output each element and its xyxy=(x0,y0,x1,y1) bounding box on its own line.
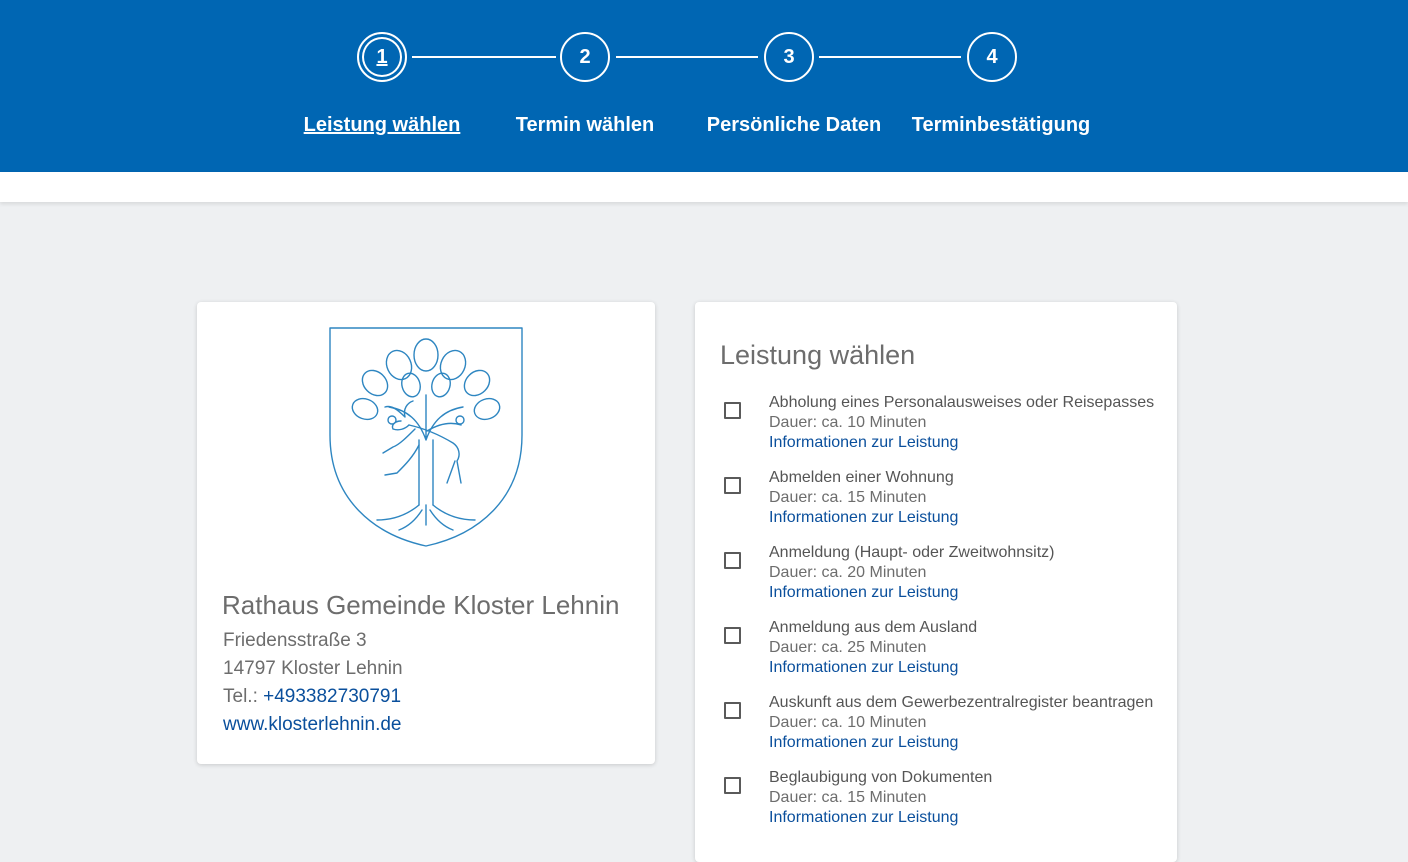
coat-of-arms-icon xyxy=(329,327,523,547)
service-duration: Dauer: ca. 20 Minuten xyxy=(769,564,927,581)
step-4-label[interactable]: Terminbestätigung xyxy=(912,114,1091,137)
service-duration: Dauer: ca. 10 Minuten xyxy=(769,414,927,431)
service-item: Beglaubigung von Dokumenten Dauer: ca. 1… xyxy=(720,769,1170,831)
service-item: Auskunft aus dem Gewerbezentralregister … xyxy=(720,694,1170,756)
step-1-label[interactable]: Leistung wählen xyxy=(304,114,461,137)
service-name[interactable]: Auskunft aus dem Gewerbezentralregister … xyxy=(769,694,1153,712)
service-info-link[interactable]: Informationen zur Leistung xyxy=(769,809,958,827)
service-item: Abholung eines Personalausweises oder Re… xyxy=(720,394,1170,456)
service-info-link[interactable]: Informationen zur Leistung xyxy=(769,584,958,602)
location-website-row: www.klosterlehnin.de xyxy=(223,714,401,736)
step-4-circle[interactable]: 4 xyxy=(967,32,1017,82)
checkbox-icon[interactable] xyxy=(724,627,741,644)
checkbox-icon[interactable] xyxy=(724,552,741,569)
checkbox-icon[interactable] xyxy=(724,477,741,494)
service-item: Abmelden einer Wohnung Dauer: ca. 15 Min… xyxy=(720,469,1170,531)
phone-label: Tel.: xyxy=(223,686,264,707)
checkbox-icon[interactable] xyxy=(724,402,741,419)
service-name[interactable]: Abholung eines Personalausweises oder Re… xyxy=(769,394,1154,412)
service-name[interactable]: Anmeldung aus dem Ausland xyxy=(769,619,977,637)
step-connector xyxy=(616,56,758,58)
phone-link[interactable]: +493382730791 xyxy=(263,686,401,707)
location-city: 14797 Kloster Lehnin xyxy=(223,658,403,679)
step-2-circle[interactable]: 2 xyxy=(560,32,610,82)
service-duration: Dauer: ca. 10 Minuten xyxy=(769,714,927,731)
step-3-circle[interactable]: 3 xyxy=(764,32,814,82)
service-name[interactable]: Beglaubigung von Dokumenten xyxy=(769,769,992,787)
service-item: Anmeldung aus dem Ausland Dauer: ca. 25 … xyxy=(720,619,1170,681)
step-connector xyxy=(819,56,961,58)
service-name[interactable]: Abmelden einer Wohnung xyxy=(769,469,954,487)
step-1-circle[interactable]: 1 xyxy=(357,32,407,82)
location-name: Rathaus Gemeinde Kloster Lehnin xyxy=(222,590,620,620)
checkbox-icon[interactable] xyxy=(724,777,741,794)
service-duration: Dauer: ca. 15 Minuten xyxy=(769,789,927,806)
service-section-title: Leistung wählen xyxy=(720,340,916,370)
service-info-link[interactable]: Informationen zur Leistung xyxy=(769,659,958,677)
service-info-link[interactable]: Informationen zur Leistung xyxy=(769,734,958,752)
service-item: Anmeldung (Haupt- oder Zweitwohnsitz) Da… xyxy=(720,544,1170,606)
step-3-label[interactable]: Persönliche Daten xyxy=(707,114,882,137)
location-phone-row: Tel.: +493382730791 xyxy=(223,686,401,708)
sub-header-bar xyxy=(0,172,1408,202)
step-2-label[interactable]: Termin wählen xyxy=(516,114,655,137)
service-duration: Dauer: ca. 15 Minuten xyxy=(769,489,927,506)
service-name[interactable]: Anmeldung (Haupt- oder Zweitwohnsitz) xyxy=(769,544,1054,562)
progress-stepper: 1 2 3 4 Leistung wählen Termin wählen Pe… xyxy=(0,0,1408,172)
location-street: Friedensstraße 3 xyxy=(223,630,367,651)
step-connector xyxy=(412,56,556,58)
service-info-link[interactable]: Informationen zur Leistung xyxy=(769,434,958,452)
service-duration: Dauer: ca. 25 Minuten xyxy=(769,639,927,656)
website-link[interactable]: www.klosterlehnin.de xyxy=(223,714,401,735)
service-info-link[interactable]: Informationen zur Leistung xyxy=(769,509,958,527)
checkbox-icon[interactable] xyxy=(724,702,741,719)
